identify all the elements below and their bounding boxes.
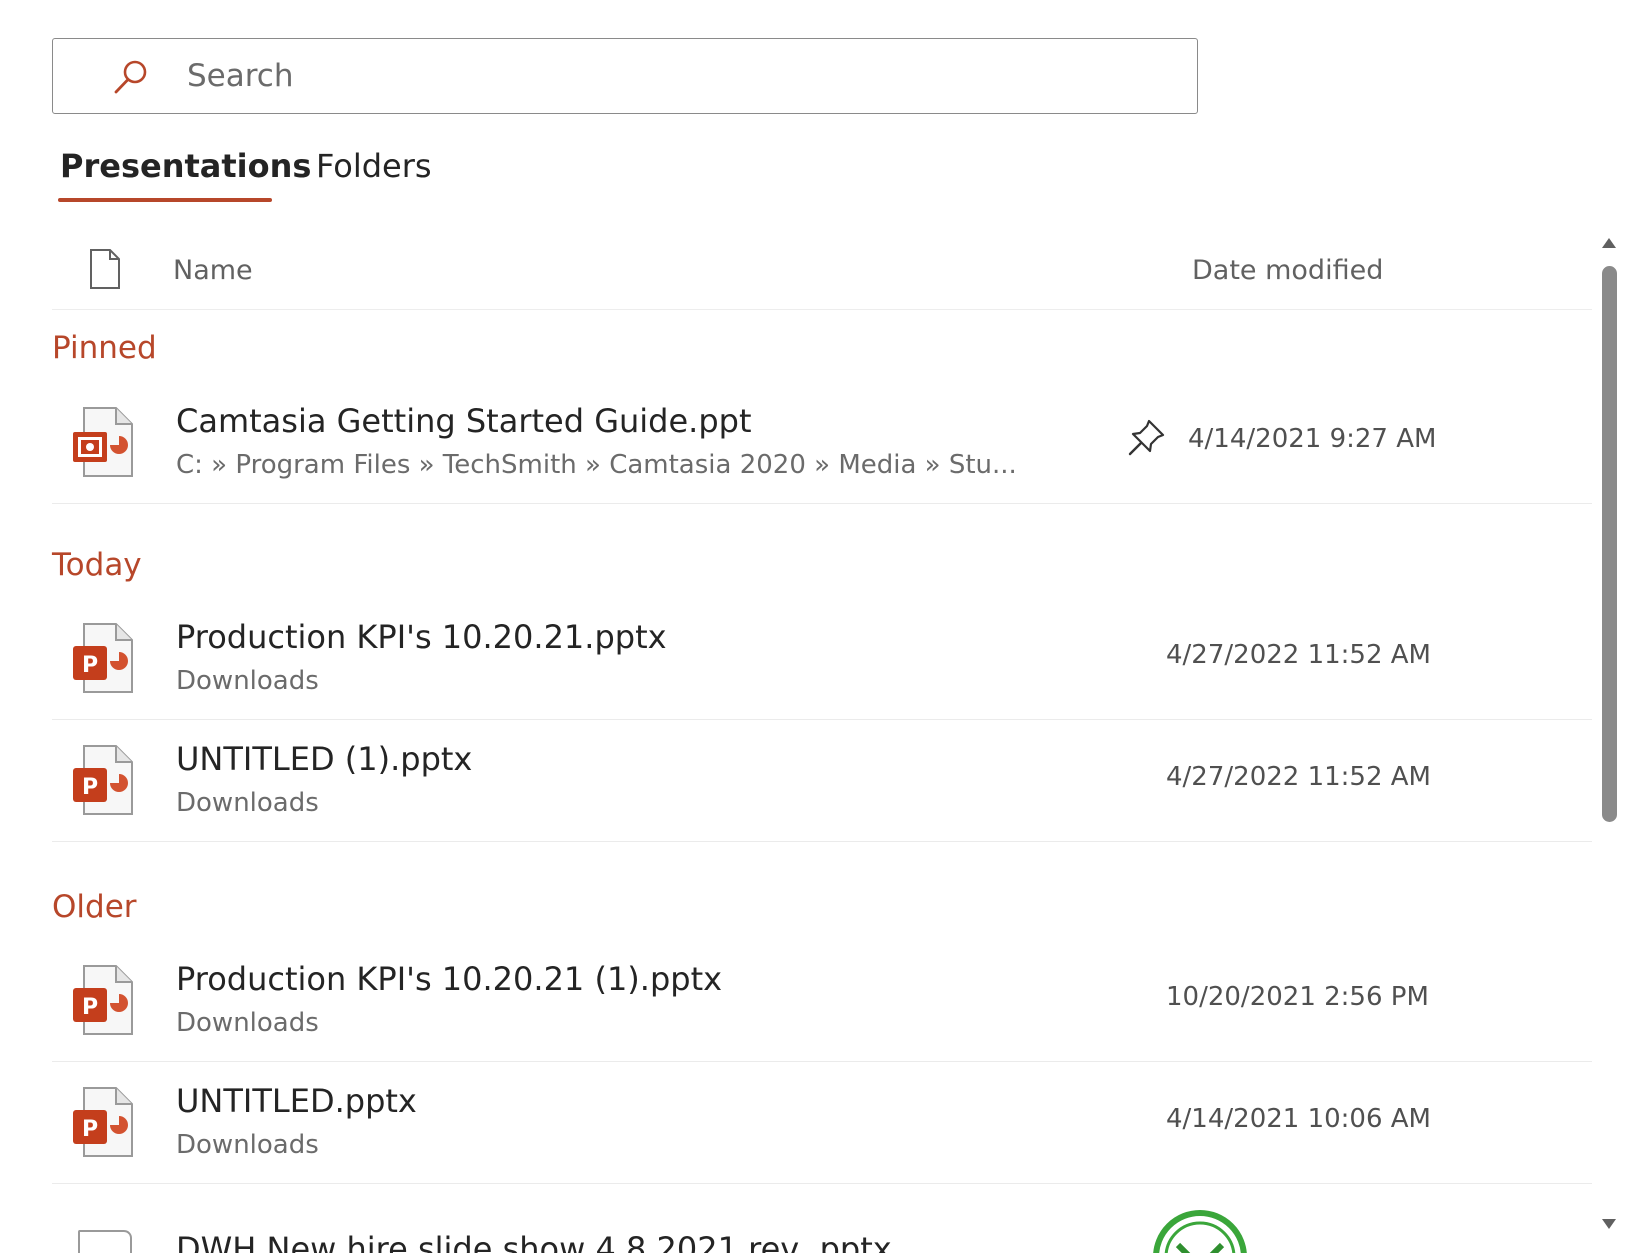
row-divider	[52, 1183, 1592, 1184]
file-path: Downloads	[176, 1130, 319, 1160]
section-label-today: Today	[52, 547, 142, 583]
file-name: Production KPI's 10.20.21 (1).pptx	[176, 960, 723, 998]
file-date-modified: 4/27/2022 11:52 AM	[1166, 762, 1431, 792]
file-row[interactable]: Camtasia Getting Started Guide.ppt C: » …	[52, 382, 1592, 504]
svg-text:P: P	[82, 995, 98, 1020]
watermark-logo-icon	[1153, 1210, 1247, 1253]
file-path: Downloads	[176, 788, 319, 818]
file-path: Downloads	[176, 666, 319, 696]
file-name: Production KPI's 10.20.21.pptx	[176, 618, 667, 656]
pptx-icon: P	[73, 1087, 133, 1157]
file-row[interactable]: DWH New hire slide show 4.8.2021 rev .pp…	[52, 1222, 1552, 1253]
scroll-down-arrow-icon[interactable]	[1602, 1219, 1616, 1229]
vertical-scrollbar[interactable]	[1598, 232, 1622, 1237]
file-path: C: » Program Files » TechSmith » Camtasi…	[176, 450, 1017, 480]
row-divider	[52, 503, 1592, 504]
file-date-modified: 4/27/2022 11:52 AM	[1166, 640, 1431, 670]
file-date-modified: 10/20/2021 2:56 PM	[1166, 982, 1429, 1012]
search-icon	[114, 60, 147, 94]
file-row[interactable]: P UNTITLED (1).pptx Downloads 4/27/2022 …	[52, 720, 1592, 842]
tab-folders[interactable]: Folders	[316, 146, 432, 186]
pptx-icon: P	[73, 623, 133, 693]
file-name: DWH New hire slide show 4.8.2021 rev .pp…	[176, 1230, 892, 1253]
column-header-date-modified[interactable]: Date modified	[1192, 255, 1383, 286]
active-tab-indicator	[58, 198, 272, 202]
file-row[interactable]: P Production KPI's 10.20.21 (1).pptx Dow…	[52, 940, 1592, 1062]
svg-text:P: P	[82, 1117, 98, 1142]
tab-presentations[interactable]: Presentations	[60, 146, 311, 186]
file-date-modified: 4/14/2021 10:06 AM	[1166, 1104, 1431, 1134]
header-divider	[52, 309, 1592, 310]
pin-icon[interactable]	[1122, 414, 1170, 462]
file-type-column-icon[interactable]	[88, 248, 122, 290]
scroll-thumb[interactable]	[1602, 266, 1617, 822]
file-row[interactable]: P UNTITLED.pptx Downloads 4/14/2021 10:0…	[52, 1062, 1592, 1184]
file-name: UNTITLED (1).pptx	[176, 740, 473, 778]
file-name: UNTITLED.pptx	[176, 1082, 417, 1120]
svg-text:P: P	[82, 653, 98, 678]
pptx-icon: P	[73, 965, 133, 1035]
ppt-legacy-icon	[73, 407, 133, 477]
section-label-pinned: Pinned	[52, 330, 157, 366]
file-name: Camtasia Getting Started Guide.ppt	[176, 402, 752, 440]
search-input[interactable]	[187, 51, 1167, 101]
svg-text:P: P	[82, 775, 98, 800]
pptx-icon: P	[73, 745, 133, 815]
column-header-name[interactable]: Name	[173, 255, 253, 286]
file-date-modified: 4/14/2021 9:27 AM	[1188, 424, 1437, 454]
scroll-up-arrow-icon[interactable]	[1602, 238, 1616, 248]
file-row[interactable]: P Production KPI's 10.20.21.pptx Downloa…	[52, 598, 1592, 720]
search-box[interactable]	[52, 38, 1198, 114]
file-path: Downloads	[176, 1008, 319, 1038]
row-divider	[52, 841, 1592, 842]
pptx-icon	[78, 1230, 132, 1253]
open-presentation-panel: Presentations Folders Name Date modified…	[0, 0, 1650, 1253]
section-label-older: Older	[52, 889, 137, 925]
